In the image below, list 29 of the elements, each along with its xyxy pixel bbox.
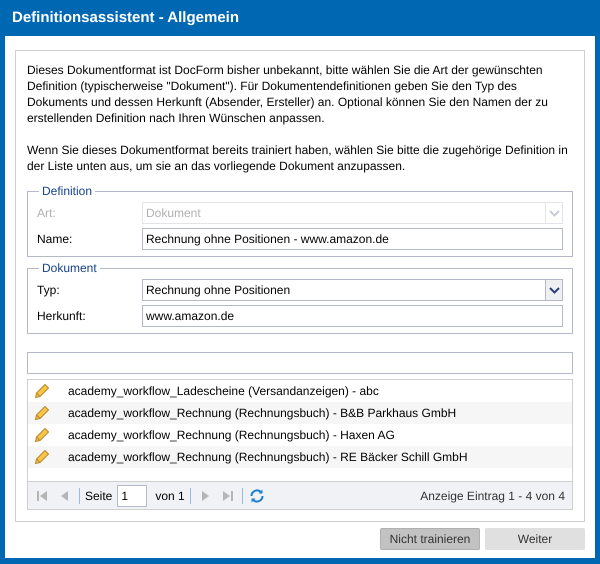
pencil-icon bbox=[34, 383, 50, 399]
text-field[interactable]: Rechnung ohne Positionen - www.amazon.de bbox=[142, 228, 563, 250]
text-field[interactable]: www.amazon.de bbox=[142, 305, 563, 327]
dialog-button[interactable]: Nicht trainieren bbox=[380, 528, 480, 550]
page-label: Seite bbox=[85, 488, 112, 504]
pencil-icon bbox=[34, 427, 50, 443]
field-label: Herkunft: bbox=[37, 308, 87, 325]
field-label: Name: bbox=[37, 231, 74, 248]
page-field[interactable]: 1 bbox=[117, 484, 148, 506]
pencil-icon bbox=[34, 405, 50, 421]
page-summary: Anzeige Eintrag 1 - 4 von 4 bbox=[420, 488, 565, 504]
window-title: Definitionsassistent - Allgemein bbox=[12, 8, 239, 28]
page-count: von 1 bbox=[155, 488, 185, 504]
refresh-icon bbox=[248, 488, 265, 504]
dialog-button[interactable]: Weiter bbox=[485, 528, 585, 550]
field-label: Art: bbox=[37, 205, 57, 222]
instruction-paragraph: Wenn Sie dieses Dokumentformat bereits trainiert haben, wählen Sie bitte die zugehörige Definition in der Liste unten aus, um sie an das vorliegende Dokument anzupassen. bbox=[27, 142, 569, 174]
fieldset-legend: Definition bbox=[39, 182, 96, 200]
list-row[interactable]: academy_workflow_Rechnung (Rechnungsbuch) - RE Bäcker Schill GmbH bbox=[28, 446, 572, 468]
fieldset-legend: Dokument bbox=[39, 259, 100, 277]
list-row[interactable]: academy_workflow_Rechnung (Rechnungsbuch) - B&B Parkhaus GmbH bbox=[28, 402, 572, 424]
instruction-paragraph: Dieses Dokumentformat ist DocForm bisher unbekannt, bitte wählen Sie die Art der gewünschten Definition (typischerweise "Dokument"). Für Dokumentendefinitionen geben Sie den Typ des Dokuments und dessen Herkunft (Absender, Ersteller) an. Optional können Sie den Namen der zu erstellenden Definition nach Ihren Wünschen anpassen. bbox=[27, 62, 549, 126]
chevron-down-icon bbox=[548, 210, 560, 216]
chevron-down-icon bbox=[548, 286, 560, 294]
field-label: Typ: bbox=[37, 282, 61, 299]
refresh-button[interactable] bbox=[248, 486, 266, 504]
dropdown-field[interactable]: Rechnung ohne Positionen bbox=[142, 279, 563, 301]
filter-field[interactable] bbox=[27, 352, 573, 374]
pencil-icon bbox=[34, 449, 50, 465]
